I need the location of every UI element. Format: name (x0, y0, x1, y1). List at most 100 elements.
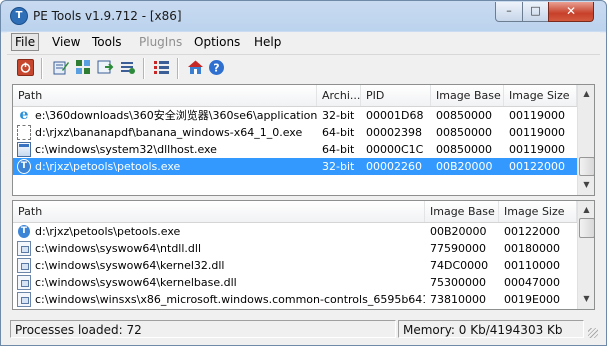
process-pid: 00002260 (366, 160, 422, 173)
scrollbar-thumb[interactable] (579, 157, 594, 176)
process-image-size: 00122000 (509, 160, 565, 173)
module-list-header: Path Image Base Image Size (13, 201, 577, 223)
process-path: d:\rjxz\bananapdf\banana_windows-x64_1_0… (35, 126, 303, 139)
process-row-selected[interactable]: T d:\rjxz\petools\petools.exe 32-bit 000… (13, 158, 577, 175)
toolbar: ? (7, 54, 600, 83)
menu-bar: File View Tools PlugIns Options Help (7, 32, 600, 53)
module-row[interactable]: c:\windows\winsxs\x86_microsoft.windows.… (13, 291, 577, 308)
toolbar-separator (177, 58, 179, 79)
dll-icon (17, 241, 31, 256)
process-pid: 00000C1C (366, 143, 424, 156)
window-title: PE Tools v1.9.712 - [x86] (33, 9, 182, 23)
module-row[interactable]: c:\windows\syswow64\kernel32.dll 74DC000… (13, 257, 577, 274)
menu-plugins[interactable]: PlugIns (136, 35, 185, 49)
scroll-down-arrow-icon[interactable]: ▼ (579, 291, 594, 307)
module-list[interactable]: Path Image Base Image Size T d:\rjxz\pet… (12, 200, 595, 310)
module-path-cell: c:\windows\syswow64\kernelbase.dll (13, 274, 425, 291)
processes-loaded-status: Processes loaded: 72 (10, 320, 396, 338)
process-image-base: 00B20000 (436, 160, 493, 173)
column-header-image-size[interactable]: Image Size (504, 85, 577, 106)
help-icon[interactable]: ? (208, 59, 225, 76)
process-path: d:\rjxz\petools\petools.exe (35, 160, 181, 173)
menu-file[interactable]: File (11, 33, 40, 51)
dll-icon (17, 275, 31, 290)
scroll-up-arrow-icon[interactable]: ▲ (579, 202, 594, 218)
module-image-size: 00110000 (504, 259, 560, 272)
module-row[interactable]: c:\windows\syswow64\ntdll.dll 77590000 0… (13, 240, 577, 257)
menu-help[interactable]: Help (251, 35, 284, 49)
list-icon[interactable] (153, 59, 170, 76)
toolbar-separator (41, 58, 43, 79)
pdf-icon (17, 125, 31, 140)
module-image-base: 00B20000 (430, 225, 487, 238)
process-image-base: 00850000 (436, 126, 492, 139)
app-icon (17, 142, 31, 157)
sections-icon[interactable] (75, 59, 92, 76)
process-row[interactable]: c:\windows\system32\dllhost.exe 64-bit 0… (13, 141, 577, 158)
resize-grip-icon[interactable] (588, 328, 598, 338)
module-image-size: 0019E000 (504, 293, 560, 306)
column-header-pid[interactable]: PID (361, 85, 431, 106)
scrollbar-thumb[interactable] (579, 218, 594, 238)
toolbar-separator (143, 58, 145, 79)
scroll-up-arrow-icon[interactable]: ▲ (579, 86, 594, 102)
process-path-cell: d:\rjxz\bananapdf\banana_windows-x64_1_0… (13, 124, 317, 141)
process-list[interactable]: Path Archi... PID Image Base Image Size … (12, 84, 595, 196)
process-pid: 00002398 (366, 126, 422, 139)
module-image-size: 00122000 (504, 225, 560, 238)
edit-icon[interactable] (53, 59, 70, 76)
main-window: T PE Tools v1.9.712 - [x86] – □ ✕ File V… (0, 0, 607, 346)
petools-icon: T (17, 159, 31, 174)
pe-tools-app-icon[interactable]: T (10, 7, 28, 25)
module-path-cell: c:\windows\winsxs\x86_microsoft.windows.… (13, 291, 425, 308)
process-image-size: 00119000 (509, 109, 565, 122)
module-path-cell: c:\windows\syswow64\ntdll.dll (13, 240, 425, 257)
module-image-base: 75300000 (430, 276, 486, 289)
column-header-image-base[interactable]: Image Base (425, 201, 499, 222)
scroll-down-arrow-icon[interactable]: ▼ (579, 177, 594, 193)
process-row[interactable]: e e:\360downloads\360安全浏览器\360se6\applic… (13, 107, 577, 124)
process-path-cell: T d:\rjxz\petools\petools.exe (13, 158, 317, 175)
menu-tools[interactable]: Tools (89, 35, 125, 49)
dump-icon[interactable] (97, 59, 114, 76)
process-path: c:\windows\system32\dllhost.exe (35, 143, 217, 156)
module-path: c:\windows\winsxs\x86_microsoft.windows.… (35, 293, 425, 306)
minimize-button[interactable]: – (495, 2, 523, 22)
module-image-size: 00047000 (504, 276, 560, 289)
process-path: e:\360downloads\360安全浏览器\360se6\applicat… (35, 109, 317, 122)
column-header-image-base[interactable]: Image Base (431, 85, 504, 106)
process-image-size: 00119000 (509, 126, 565, 139)
process-path-cell: c:\windows\system32\dllhost.exe (13, 141, 317, 158)
maximize-button[interactable]: □ (522, 2, 549, 22)
column-header-architecture[interactable]: Archi... (317, 85, 361, 106)
column-header-path[interactable]: Path (13, 85, 317, 106)
process-image-size: 00119000 (509, 143, 565, 156)
menu-options[interactable]: Options (191, 35, 243, 49)
module-row[interactable]: c:\windows\syswow64\kernelbase.dll 75300… (13, 274, 577, 291)
process-image-base: 00850000 (436, 143, 492, 156)
module-row[interactable]: T d:\rjxz\petools\petools.exe 00B20000 0… (13, 223, 577, 240)
process-list-scrollbar[interactable]: ▲ ▼ (577, 85, 594, 195)
module-image-base: 74DC0000 (430, 259, 489, 272)
menu-view[interactable]: View (49, 35, 83, 49)
module-path: d:\rjxz\petools\petools.exe (35, 225, 181, 238)
column-header-image-size[interactable]: Image Size (499, 201, 577, 222)
break-enum-icon[interactable] (119, 59, 136, 76)
process-arch: 64-bit (322, 126, 355, 139)
process-arch: 32-bit (322, 160, 355, 173)
module-image-size: 00180000 (504, 242, 560, 255)
process-arch: 32-bit (322, 109, 355, 122)
close-button[interactable]: ✕ (548, 2, 594, 22)
home-icon[interactable] (187, 59, 204, 76)
column-header-path[interactable]: Path (13, 201, 425, 222)
module-path-cell: c:\windows\syswow64\kernel32.dll (13, 257, 425, 274)
title-bar[interactable]: T PE Tools v1.9.712 - [x86] – □ ✕ (1, 1, 606, 31)
module-path: c:\windows\syswow64\kernelbase.dll (35, 276, 237, 289)
module-path: c:\windows\syswow64\ntdll.dll (35, 242, 201, 255)
ie-icon: e (19, 107, 29, 123)
svg-text:?: ? (213, 62, 219, 75)
process-row[interactable]: d:\rjxz\bananapdf\banana_windows-x64_1_0… (13, 124, 577, 141)
module-list-scrollbar[interactable]: ▲ ▼ (577, 201, 594, 309)
status-bar: Processes loaded: 72 Memory: 0 Kb/419430… (7, 318, 600, 340)
power-icon[interactable] (17, 59, 34, 76)
